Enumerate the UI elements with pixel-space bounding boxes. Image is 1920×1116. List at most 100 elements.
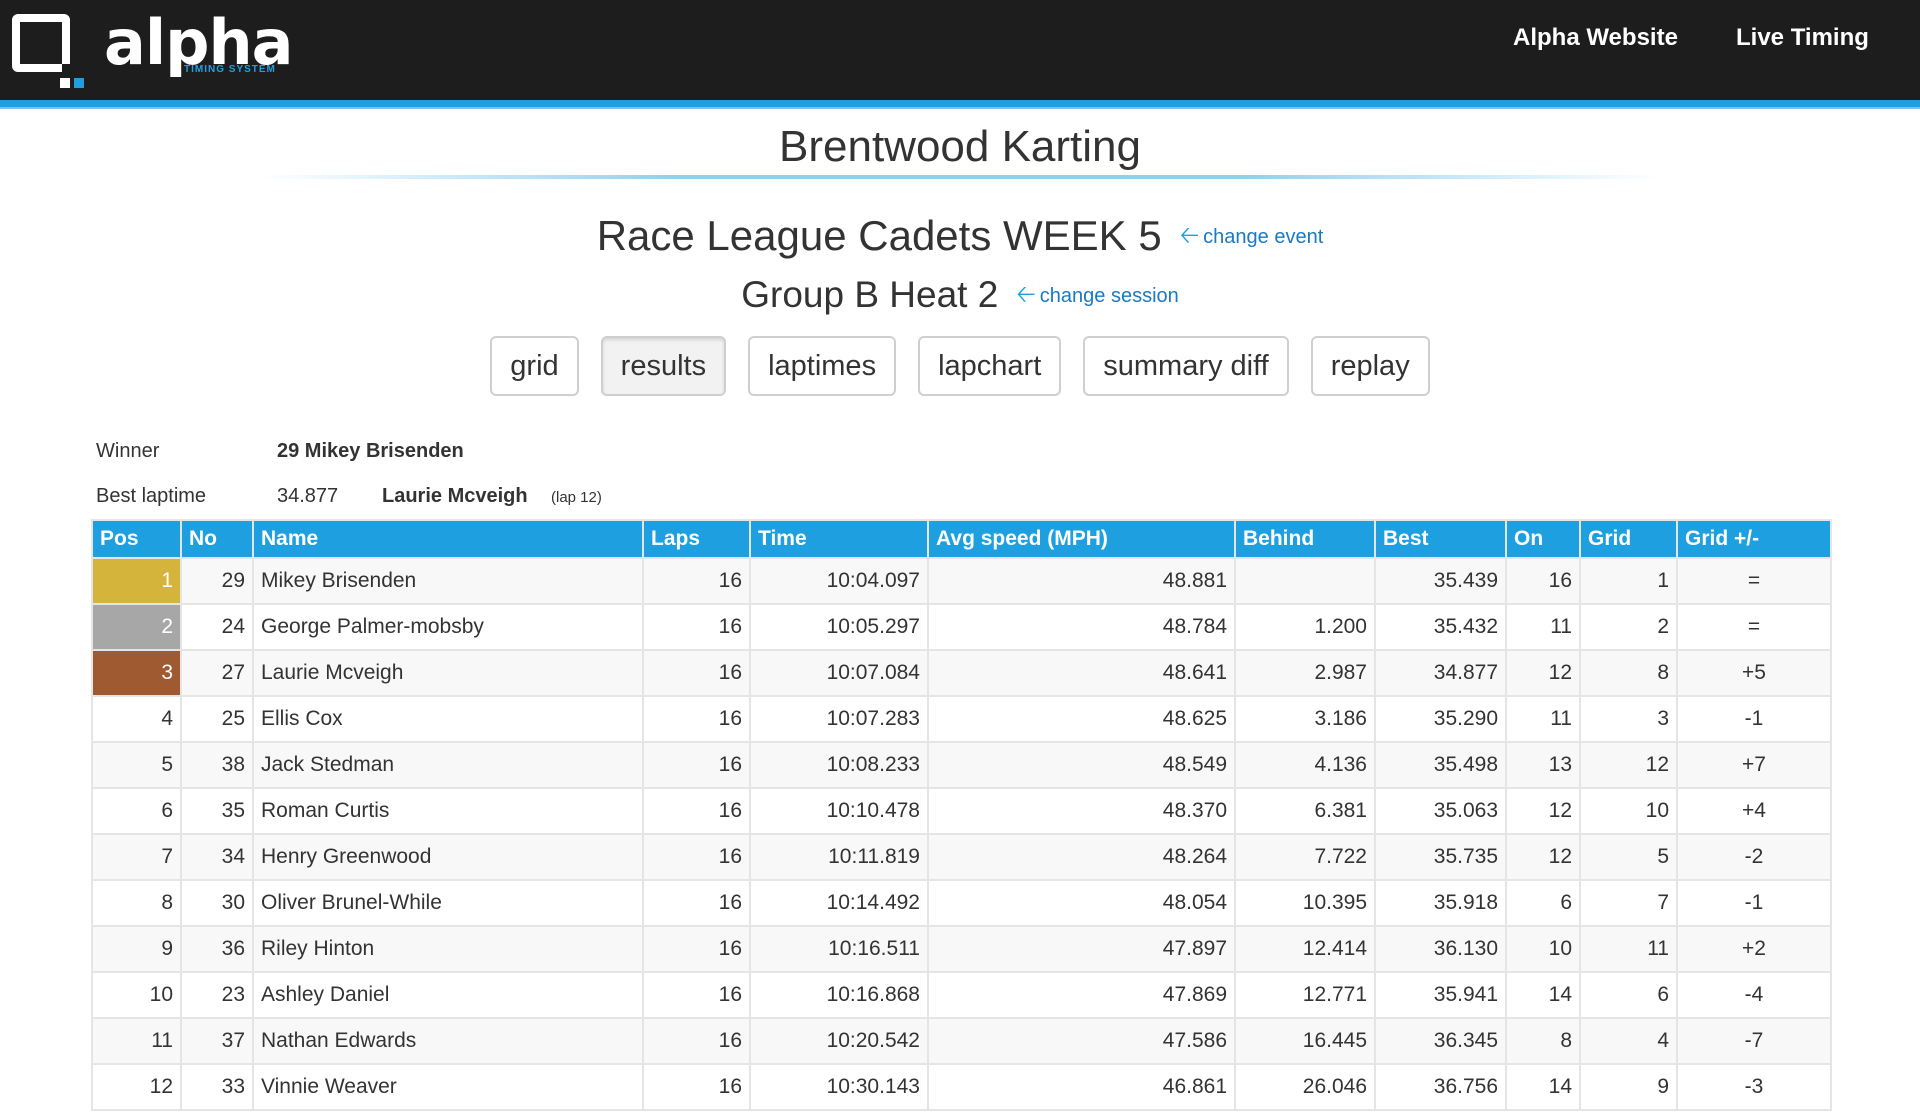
column-header-behind[interactable]: Behind (1234, 519, 1376, 559)
winner-value: 29 Mikey Brisenden (277, 440, 464, 462)
cell-avg-speed: 48.370 (927, 787, 1236, 835)
tab-lapchart[interactable]: lapchart (918, 336, 1062, 396)
cell-avg-speed: 48.641 (927, 649, 1236, 697)
column-header-pos[interactable]: Pos (91, 519, 182, 559)
cell-avg-speed: 48.784 (927, 603, 1236, 651)
cell-time: 10:14.492 (749, 879, 929, 927)
cell-avg-speed: 48.054 (927, 879, 1236, 927)
logo-subtitle: TIMING SYSTEM (184, 64, 276, 75)
cell-on: 14 (1505, 1063, 1581, 1111)
cell-pos: 5 (91, 741, 182, 789)
nav-live-timing[interactable]: Live Timing (1736, 24, 1869, 52)
table-row[interactable]: 8 30 Oliver Brunel-While 16 10:14.492 48.054 1… (91, 879, 1832, 927)
cell-name: Laurie Mcveigh (252, 649, 644, 697)
cell-on: 8 (1505, 1017, 1581, 1065)
table-row[interactable]: 2 24 George Palmer-mobsby 16 10:05.297 48.784… (91, 603, 1832, 651)
event-row: Race League Cadets WEEK 5 🡠 change event (0, 212, 1920, 260)
cell-best: 35.735 (1374, 833, 1507, 881)
cell-grid-change: +5 (1676, 649, 1832, 697)
alpha-logo[interactable]: alpha TIMING SYSTEM (12, 6, 293, 90)
logo-square-white (60, 78, 70, 88)
cell-no: 37 (180, 1017, 254, 1065)
tab-laptimes[interactable]: laptimes (748, 336, 897, 396)
cell-best: 35.432 (1374, 603, 1507, 651)
table-row[interactable]: 7 34 Henry Greenwood 16 10:11.819 48.264 7.722… (91, 833, 1832, 881)
cell-behind (1234, 557, 1376, 605)
tab-replay[interactable]: replay (1310, 336, 1430, 396)
cell-pos: 7 (91, 833, 182, 881)
cell-grid-change: -3 (1676, 1063, 1832, 1111)
arrow-left-icon: 🡠 (1016, 280, 1036, 308)
cell-best: 36.345 (1374, 1017, 1507, 1065)
cell-best: 34.877 (1374, 649, 1507, 697)
cell-on: 11 (1505, 695, 1581, 743)
column-header-grid-change[interactable]: Grid +/- (1676, 519, 1832, 559)
cell-laps: 16 (642, 1017, 751, 1065)
cell-pos: 8 (91, 879, 182, 927)
table-row[interactable]: 3 27 Laurie Mcveigh 16 10:07.084 48.641 2.987 3… (91, 649, 1832, 697)
cell-behind: 10.395 (1234, 879, 1376, 927)
cell-avg-speed: 47.869 (927, 971, 1236, 1019)
cell-behind: 16.445 (1234, 1017, 1376, 1065)
column-header-avg-speed[interactable]: Avg speed (MPH) (927, 519, 1236, 559)
best-laptime-driver: Laurie Mcveigh (382, 485, 528, 507)
table-row[interactable]: 6 35 Roman Curtis 16 10:10.478 48.370 6.381 35.… (91, 787, 1832, 835)
tab-summary-diff[interactable]: summary diff (1083, 336, 1289, 396)
cell-grid: 11 (1579, 925, 1678, 973)
best-laptime-value: 34.877 (277, 485, 339, 507)
cell-laps: 16 (642, 971, 751, 1019)
column-header-best[interactable]: Best (1374, 519, 1507, 559)
tab-grid[interactable]: grid (490, 336, 579, 396)
cell-no: 27 (180, 649, 254, 697)
cell-time: 10:08.233 (749, 741, 929, 789)
cell-no: 29 (180, 557, 254, 605)
change-session-link[interactable]: 🡠 change session (1016, 281, 1179, 308)
cell-grid-change: +7 (1676, 741, 1832, 789)
cell-on: 14 (1505, 971, 1581, 1019)
cell-laps: 16 (642, 925, 751, 973)
table-row[interactable]: 4 25 Ellis Cox 16 10:07.283 48.625 3.186 35.290… (91, 695, 1832, 743)
change-event-link[interactable]: 🡠 change event (1180, 222, 1324, 249)
cell-behind: 1.200 (1234, 603, 1376, 651)
cell-name: Ellis Cox (252, 695, 644, 743)
venue-title: Brentwood Karting (779, 122, 1141, 171)
cell-avg-speed: 48.549 (927, 741, 1236, 789)
cell-laps: 16 (642, 1063, 751, 1111)
table-row[interactable]: 9 36 Riley Hinton 16 10:16.511 47.897 12.414 36… (91, 925, 1832, 973)
cell-avg-speed: 47.897 (927, 925, 1236, 973)
table-row[interactable]: 5 38 Jack Stedman 16 10:08.233 48.549 4.136 35.… (91, 741, 1832, 789)
column-header-no[interactable]: No (180, 519, 254, 559)
best-laptime-label: Best laptime (96, 485, 207, 507)
winner-label: Winner (96, 440, 160, 462)
cell-grid-change: = (1676, 603, 1832, 651)
table-row[interactable]: 11 37 Nathan Edwards 16 10:20.542 47.586 16.44… (91, 1017, 1832, 1065)
cell-on: 12 (1505, 833, 1581, 881)
table-row[interactable]: 1 29 Mikey Brisenden 16 10:04.097 48.881 35.43… (91, 557, 1832, 605)
nav-alpha-website[interactable]: Alpha Website (1513, 24, 1678, 52)
cell-behind: 12.771 (1234, 971, 1376, 1019)
column-header-name[interactable]: Name (252, 519, 644, 559)
cell-no: 36 (180, 925, 254, 973)
results-table: Pos No Name Laps Time Avg speed (MPH) Behind Be… (91, 519, 1832, 1111)
table-row[interactable]: 10 23 Ashley Daniel 16 10:16.868 47.869 12.771… (91, 971, 1832, 1019)
cell-time: 10:16.868 (749, 971, 929, 1019)
change-session-label: change session (1039, 284, 1179, 307)
header-accent-line (0, 100, 1920, 107)
cell-time: 10:07.084 (749, 649, 929, 697)
cell-grid-change: -4 (1676, 971, 1832, 1019)
column-header-time[interactable]: Time (749, 519, 929, 559)
cell-on: 16 (1505, 557, 1581, 605)
cell-best: 36.756 (1374, 1063, 1507, 1111)
venue-divider (260, 175, 1660, 179)
column-header-laps[interactable]: Laps (642, 519, 751, 559)
cell-best: 35.063 (1374, 787, 1507, 835)
column-header-on[interactable]: On (1505, 519, 1581, 559)
tab-results[interactable]: results (600, 336, 727, 396)
cell-name: Vinnie Weaver (252, 1063, 644, 1111)
column-header-grid[interactable]: Grid (1579, 519, 1678, 559)
cell-grid-change: +2 (1676, 925, 1832, 973)
table-row[interactable]: 12 33 Vinnie Weaver 16 10:30.143 46.861 26.046… (91, 1063, 1832, 1111)
cell-name: Nathan Edwards (252, 1017, 644, 1065)
cell-pos: 12 (91, 1063, 182, 1111)
cell-name: Jack Stedman (252, 741, 644, 789)
